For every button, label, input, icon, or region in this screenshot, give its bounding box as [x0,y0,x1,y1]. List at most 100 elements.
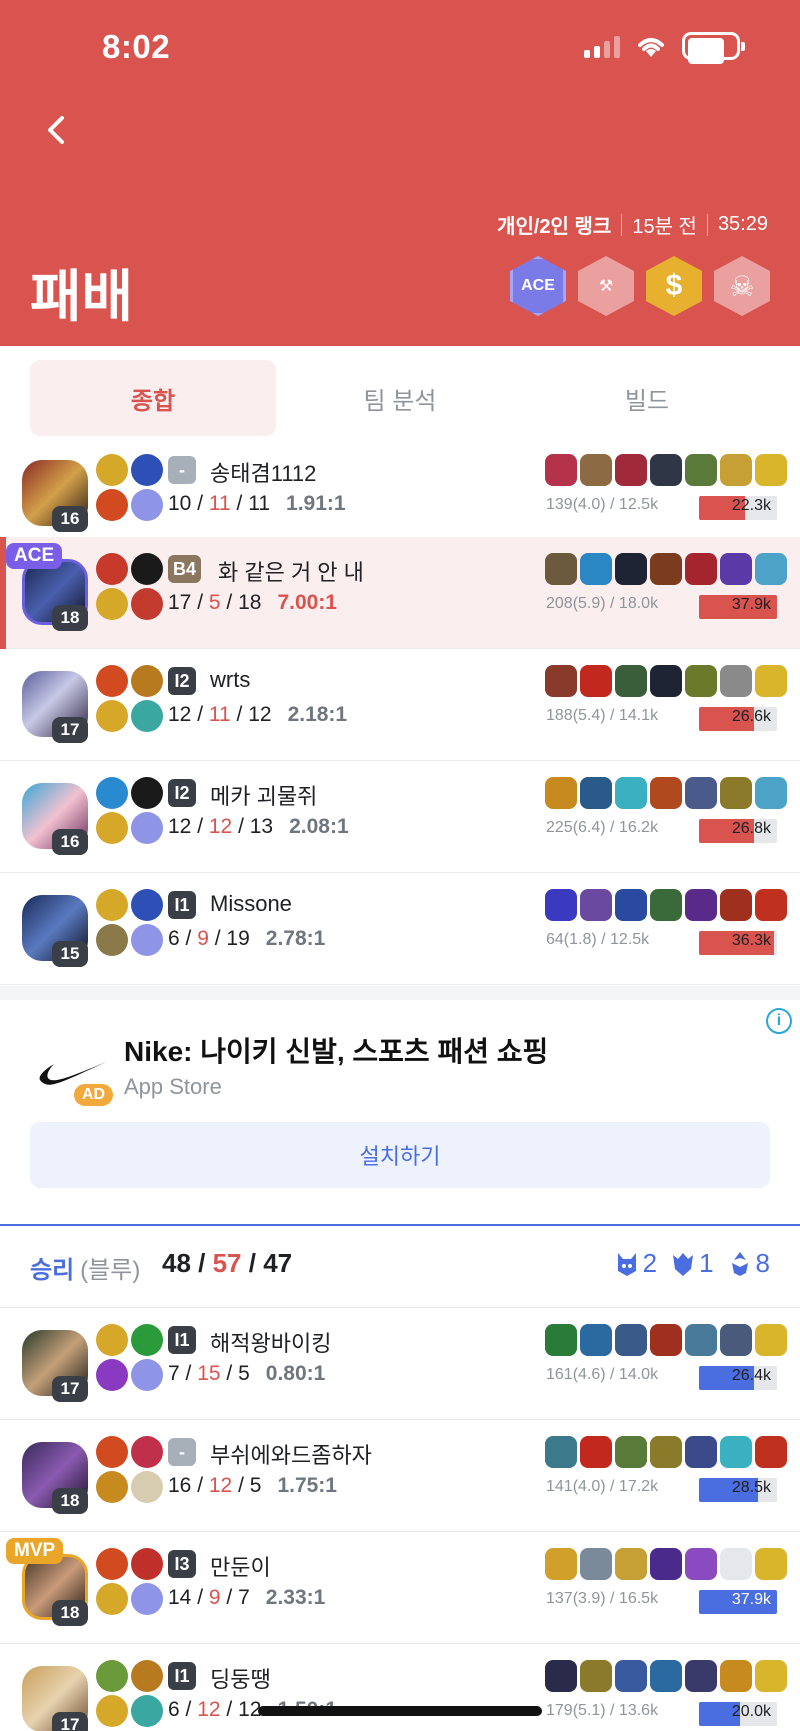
kda: 10 / 11 / 11 1.91:1 [168,492,346,515]
player-row[interactable]: 17 I1 딩둥땡 6 / 12 / 121.50:1 179(5.1) / 1… [0,1644,800,1731]
damage-bar: 26.8k [699,819,777,843]
ad-title: Nike: 나이키 신발, 스포츠 패션 쇼핑 [124,1036,549,1067]
damage-bar: 36.3k [699,931,777,955]
summoner-name: wrts [210,667,251,692]
damage-bar: 22.3k [699,496,777,520]
cs-gold: 208(5.9) / 18.0k [546,595,659,612]
tier-badge: B4 [168,555,202,583]
home-indicator[interactable] [258,1706,542,1716]
ace-badge-icon[interactable]: ACE [510,256,566,316]
champion-level: 17 [52,1376,88,1402]
item-build [545,454,787,486]
back-icon[interactable] [38,110,78,150]
ad-info-icon[interactable]: i [766,1008,792,1034]
champion-level: 16 [52,506,88,532]
kda: 7 / 15 / 5 0.80:1 [168,1362,326,1385]
summoner-name: 메카 괴물쥐 [210,784,318,809]
player-row[interactable]: 16 I2 메카 괴물쥐 12 / 12 / 13 2.08:1 225(6.4)… [0,761,800,873]
spells-runes [96,889,163,956]
cs-gold: 64(1.8) / 12.5k [546,931,650,948]
game-duration: 35:29 [717,213,768,235]
game-ago: 15분 전 [632,216,697,238]
tools-badge-icon[interactable]: ⚒ [578,256,634,316]
tier-badge: I1 [168,1662,196,1690]
damage-bar: 26.4k [699,1366,777,1390]
item-build [545,777,787,809]
cs-gold: 141(4.0) / 17.2k [546,1478,659,1495]
summoner-name: 딩둥땡 [210,1667,271,1692]
ad-banner[interactable]: i AD Nike: 나이키 신발, 스포츠 패션 쇼핑 App Store 설… [0,986,800,1210]
spells-runes [96,553,163,620]
spells-runes [96,1660,163,1727]
champion-level: 18 [52,605,88,631]
game-meta: 개인/2인 랭크 15분 전 35:29 [497,210,768,239]
champion-level: 16 [52,829,88,855]
kda: 14 / 9 / 7 2.33:1 [168,1586,326,1609]
tab-summary[interactable]: 종합 [30,360,276,436]
player-row[interactable]: 17 I1 해적왕바이킹 7 / 15 / 5 0.80:1 161(4.6) /… [0,1308,800,1420]
item-build [545,1660,787,1692]
cs-gold: 161(4.6) / 14.0k [546,1366,659,1383]
spells-runes [96,665,163,732]
tier-badge: I2 [168,779,196,807]
item-build [545,1548,787,1580]
tier-badge: I1 [168,891,196,919]
player-row[interactable]: 18 - 부쉬에와드좀하자 16 / 12 / 5 1.75:1 141(4.0)… [0,1420,800,1532]
tab-team-analysis[interactable]: 팀 분석 [277,360,523,436]
skull-badge-icon[interactable]: ☠ [714,256,770,316]
tower-icon [617,1252,636,1276]
ace-tag: ACE [6,543,63,569]
damage-bar: 28.5k [699,1478,777,1502]
champion-level: 15 [52,941,88,967]
dragon-count: 8 [728,1248,770,1279]
player-row[interactable]: 15 I1 Missone 6 / 9 / 19 2.78:1 64(1.8) /… [0,873,800,985]
item-build [545,665,787,697]
kda: 16 / 12 / 5 1.75:1 [168,1474,337,1497]
spells-runes [96,777,163,844]
summoner-name: 해적왕바이킹 [210,1331,332,1356]
summoner-name: Missone [210,891,292,916]
ad-tag: AD [74,1084,114,1106]
spells-runes [96,1548,163,1615]
kda: 17 / 5 / 18 7.00:1 [168,591,337,614]
item-build [545,1324,787,1356]
damage-bar: 37.9k [699,595,777,619]
champion-level: 18 [52,1600,88,1626]
spells-runes [96,1324,163,1391]
player-row[interactable]: 17 I2 wrts 12 / 11 / 12 2.18:1 188(5.4) /… [0,649,800,761]
tier-badge: I1 [168,1326,196,1354]
cs-gold: 225(6.4) / 16.2k [546,819,659,836]
signal-icon [584,34,620,58]
champion-level: 17 [52,717,88,743]
tier-badge: I2 [168,667,196,695]
match-header: 8:02 개인/2인 랭크 15분 전 35:29 패배 ACE ⚒ $ ☠ [0,0,800,346]
summoner-name: 만둔이 [210,1555,271,1580]
cs-gold: 188(5.4) / 14.1k [546,707,659,724]
champion-level: 18 [52,1488,88,1514]
queue-type: 개인/2인 랭크 [497,216,612,238]
battery-icon [682,32,745,64]
item-build [545,1436,787,1468]
install-button[interactable]: 설치하기 [30,1122,770,1188]
result-title: 패배 [30,265,134,328]
player-row[interactable]: ACE 18 B4 화 같은 거 안 내 17 / 5 / 18 7.00:1 2… [0,537,800,649]
objectives: 2 1 8 [615,1248,770,1279]
player-row[interactable]: MVP 18 I3 만둔이 14 / 9 / 7 2.33:1 137(3.9) … [0,1532,800,1644]
summoner-name: 송태겸1112 [210,461,317,486]
spells-runes [96,1436,163,1503]
spells-runes [96,454,163,521]
gold-badge-icon[interactable]: $ [646,256,702,316]
damage-bar: 26.6k [699,707,777,731]
damage-bar: 20.0k [699,1702,777,1726]
mvp-tag: MVP [6,1538,64,1564]
cs-gold: 179(5.1) / 13.6k [546,1702,659,1719]
damage-bar: 37.9k [699,1590,777,1614]
achievement-badges: ACE ⚒ $ ☠ [510,256,770,316]
summoner-name: 부쉬에와드좀하자 [210,1443,372,1468]
player-row[interactable]: 16 - 송태겸1112 10 / 11 / 11 1.91:1 139(4.0)… [0,438,800,550]
tier-badge: - [168,456,196,484]
tab-build[interactable]: 빌드 [524,360,770,436]
champion-level: 17 [52,1712,88,1731]
team-kda: 48 / 57 / 47 [162,1248,293,1278]
cs-gold: 137(3.9) / 16.5k [546,1590,659,1607]
